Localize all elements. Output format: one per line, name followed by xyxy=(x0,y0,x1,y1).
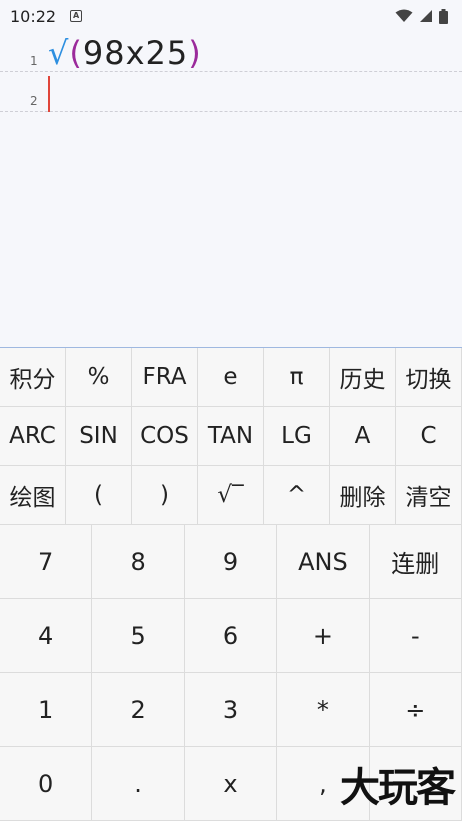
key-6[interactable]: 6 xyxy=(184,599,278,673)
number-keypad: 7 8 9 ANS 连删 4 5 6 + - 1 2 3 * ÷ 0 . x , xyxy=(0,525,462,821)
key-percent[interactable]: % xyxy=(66,348,132,407)
editor-line-1[interactable]: 1 √(98x25) xyxy=(0,32,462,72)
key-close-paren[interactable]: ) xyxy=(132,466,198,525)
key-0[interactable]: 0 xyxy=(0,747,93,821)
key-5[interactable]: 5 xyxy=(92,599,185,673)
accessibility-icon: A xyxy=(70,10,83,22)
key-7[interactable]: 7 xyxy=(0,525,93,599)
key-c[interactable]: C xyxy=(396,407,462,466)
key-sqrt[interactable]: √‾ xyxy=(198,466,264,525)
close-paren: ) xyxy=(188,34,202,72)
status-icons xyxy=(395,8,448,24)
wifi-icon xyxy=(395,9,413,22)
key-plus[interactable]: + xyxy=(277,599,370,673)
key-3[interactable]: 3 xyxy=(184,673,278,747)
text-cursor xyxy=(48,76,50,112)
status-time: 10:22 xyxy=(10,6,57,26)
key-pi[interactable]: π xyxy=(264,348,330,407)
key-continuous-delete[interactable]: 连删 xyxy=(369,525,462,599)
editor-line-2[interactable]: 2 xyxy=(0,72,462,112)
key-sin[interactable]: SIN xyxy=(66,407,132,466)
signal-icon xyxy=(420,10,432,22)
key-4[interactable]: 4 xyxy=(0,599,93,673)
key-1[interactable]: 1 xyxy=(0,673,93,747)
key-cos[interactable]: COS xyxy=(132,407,198,466)
key-decimal[interactable]: . xyxy=(92,747,185,821)
status-bar: 10:22 A xyxy=(0,0,462,32)
key-equals[interactable] xyxy=(369,747,462,821)
key-plot[interactable]: 绘图 xyxy=(0,466,66,525)
key-integral[interactable]: 积分 xyxy=(0,348,66,407)
key-2[interactable]: 2 xyxy=(92,673,185,747)
key-x[interactable]: x xyxy=(184,747,278,821)
sqrt-symbol: √ xyxy=(48,34,70,72)
key-fraction[interactable]: FRA xyxy=(132,348,198,407)
key-power[interactable]: ^ xyxy=(264,466,330,525)
expression-text: √(98x25) xyxy=(48,32,202,74)
key-divide[interactable]: ÷ xyxy=(369,673,462,747)
key-multiply[interactable]: * xyxy=(277,673,370,747)
key-e[interactable]: e xyxy=(198,348,264,407)
key-switch[interactable]: 切换 xyxy=(396,348,462,407)
key-tan[interactable]: TAN xyxy=(198,407,264,466)
key-lg[interactable]: LG xyxy=(264,407,330,466)
key-minus[interactable]: - xyxy=(369,599,462,673)
key-clear[interactable]: 清空 xyxy=(396,466,462,525)
key-history[interactable]: 历史 xyxy=(330,348,396,407)
key-ans[interactable]: ANS xyxy=(277,525,370,599)
expression-body: 98x25 xyxy=(82,34,189,72)
key-a[interactable]: A xyxy=(330,407,396,466)
key-8[interactable]: 8 xyxy=(92,525,185,599)
line-number: 2 xyxy=(30,94,38,108)
key-delete[interactable]: 删除 xyxy=(330,466,396,525)
function-keypad: 积分 % FRA e π 历史 切换 ARC SIN COS TAN LG A … xyxy=(0,348,462,525)
line-number: 1 xyxy=(30,54,38,68)
key-9[interactable]: 9 xyxy=(184,525,278,599)
battery-icon xyxy=(439,8,448,24)
key-open-paren[interactable]: ( xyxy=(66,466,132,525)
expression-editor[interactable]: 1 √(98x25) 2 xyxy=(0,32,462,348)
key-arc[interactable]: ARC xyxy=(0,407,66,466)
open-paren: ( xyxy=(69,34,83,72)
key-comma[interactable]: , xyxy=(277,747,370,821)
